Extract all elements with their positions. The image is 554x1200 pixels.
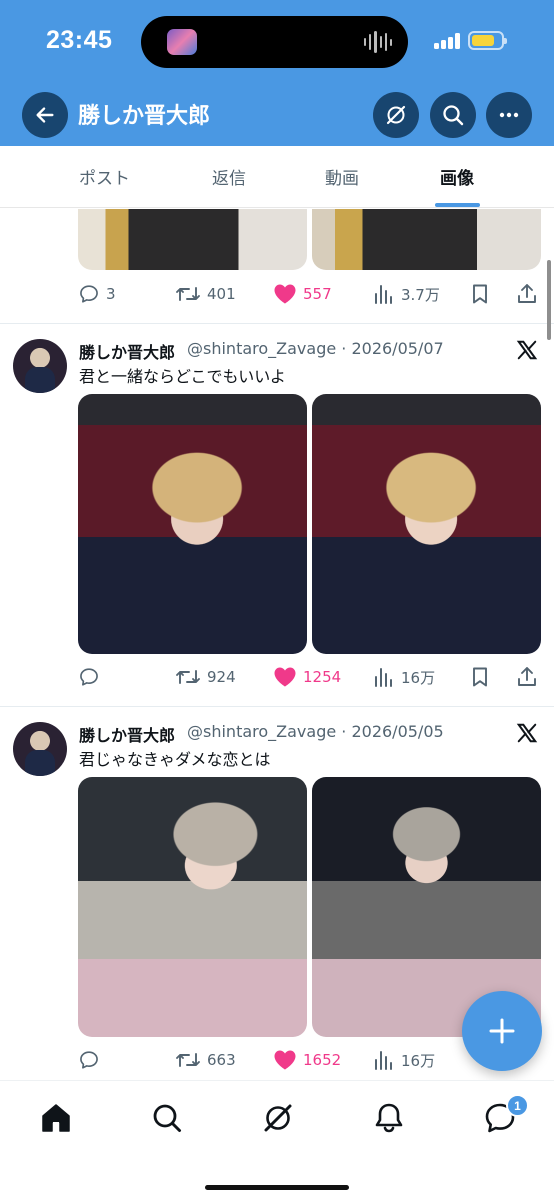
notifications-icon[interactable]	[372, 1101, 406, 1135]
signal-icon	[434, 33, 462, 49]
post-image[interactable]	[78, 209, 307, 270]
bookmark-icon	[473, 667, 487, 687]
post-text: 君と一緒ならどこでもいいよ	[79, 367, 286, 386]
heart-filled-icon	[274, 1050, 296, 1070]
profile-tabs: ポスト 返信 動画 画像	[0, 146, 554, 208]
home-indicator[interactable]	[205, 1185, 349, 1190]
like-button[interactable]: 1652	[273, 1045, 341, 1075]
repost-button[interactable]: 924	[175, 662, 236, 692]
share-button[interactable]	[516, 662, 538, 692]
like-button[interactable]: 1254	[273, 662, 341, 692]
reply-button[interactable]: 3	[78, 279, 116, 309]
x-logo-icon	[516, 723, 538, 743]
avatar[interactable]	[13, 339, 67, 393]
post-author-name[interactable]: 勝しか晋大郎	[79, 722, 175, 746]
grok-button[interactable]	[373, 92, 419, 138]
views-button[interactable]: 16万	[373, 1045, 435, 1075]
dynamic-island[interactable]	[141, 16, 408, 68]
status-time: 23:45	[46, 26, 113, 54]
battery-icon	[468, 31, 507, 50]
view-count: 3.7万	[401, 285, 440, 304]
top-bar: 23:45 勝しか晋大郎	[0, 0, 554, 146]
views-chart-icon	[375, 285, 392, 304]
share-icon	[518, 284, 536, 303]
tab-videos[interactable]: 動画	[325, 164, 359, 189]
views-chart-icon	[375, 668, 392, 687]
post-image[interactable]	[78, 394, 307, 654]
like-button[interactable]: 557	[273, 279, 332, 309]
repost-icon	[176, 287, 200, 301]
post-actions: 924 1254 16万	[0, 662, 554, 692]
post-image[interactable]	[78, 777, 307, 1037]
scrollbar[interactable]	[547, 260, 551, 340]
bookmark-button[interactable]	[470, 662, 490, 692]
post-image[interactable]	[312, 209, 541, 270]
home-icon[interactable]	[39, 1101, 73, 1135]
grok-icon	[386, 105, 406, 125]
audio-wave-icon	[364, 30, 393, 54]
more-button[interactable]	[486, 92, 532, 138]
post-handle-date[interactable]: @shintaro_Zavage · 2026/05/05	[187, 722, 444, 741]
post-handle-date[interactable]: @shintaro_Zavage · 2026/05/07	[187, 339, 444, 358]
plus-icon	[489, 1018, 515, 1044]
repost-icon	[176, 1053, 200, 1067]
views-button[interactable]: 3.7万	[373, 279, 440, 309]
repost-count: 401	[207, 285, 236, 303]
post-author-name[interactable]: 勝しか晋大郎	[79, 339, 175, 363]
post-divider	[0, 706, 554, 707]
like-count: 1652	[303, 1051, 342, 1069]
repost-button[interactable]: 401	[175, 279, 236, 309]
compose-button[interactable]	[462, 991, 542, 1071]
views-chart-icon	[375, 1051, 392, 1070]
repost-button[interactable]: 663	[175, 1045, 236, 1075]
reply-icon	[80, 1051, 98, 1069]
profile-name-title: 勝しか晋大郎	[78, 104, 211, 129]
search-button[interactable]	[430, 92, 476, 138]
x-logo-icon	[516, 340, 538, 360]
arrow-left-icon	[36, 107, 54, 123]
repost-count: 663	[207, 1051, 236, 1069]
heart-filled-icon	[274, 667, 296, 687]
reply-icon	[80, 285, 98, 303]
search-icon[interactable]	[150, 1101, 184, 1135]
reply-icon	[80, 668, 98, 686]
avatar[interactable]	[13, 722, 67, 776]
tab-posts[interactable]: ポスト	[79, 164, 130, 189]
share-button[interactable]	[516, 279, 538, 309]
post-actions: 3 401 557 3.7万	[0, 279, 554, 309]
post-text: 君じゃなきゃダメな恋とは	[79, 750, 271, 769]
active-tab-indicator	[435, 203, 480, 207]
bottom-navigation	[0, 1080, 554, 1200]
views-button[interactable]: 16万	[373, 662, 435, 692]
like-count: 557	[303, 285, 332, 303]
reply-count: 3	[106, 285, 116, 303]
repost-count: 924	[207, 668, 236, 686]
repost-icon	[176, 670, 200, 684]
tab-replies[interactable]: 返信	[212, 164, 246, 189]
search-icon	[443, 105, 464, 126]
share-icon	[518, 667, 536, 686]
media-feed: 3 401 557 3.7万 勝しか晋大郎 @shintaro_Zavage ·…	[0, 209, 554, 1079]
now-playing-artwork	[167, 29, 197, 55]
tab-images[interactable]: 画像	[440, 164, 474, 189]
bookmark-button[interactable]	[470, 279, 490, 309]
reply-button[interactable]	[78, 1045, 100, 1075]
view-count: 16万	[401, 668, 436, 687]
reply-button[interactable]	[78, 662, 100, 692]
more-dots-icon	[499, 112, 519, 118]
view-count: 16万	[401, 1051, 436, 1070]
like-count: 1254	[303, 668, 342, 686]
back-button[interactable]	[22, 92, 68, 138]
post-divider	[0, 323, 554, 324]
messages-unread-badge: 1	[506, 1094, 529, 1117]
bookmark-icon	[473, 284, 487, 304]
heart-filled-icon	[274, 284, 296, 304]
post-image[interactable]	[312, 394, 541, 654]
grok-icon[interactable]	[261, 1101, 295, 1135]
